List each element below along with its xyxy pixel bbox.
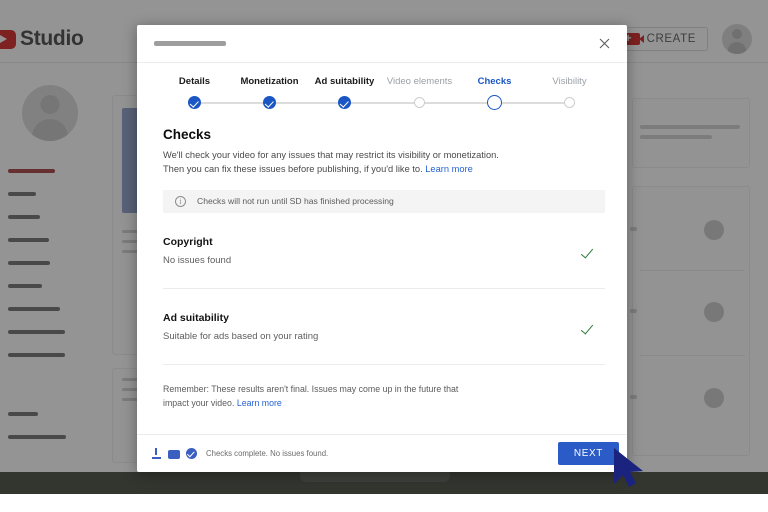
green-check-icon [583, 324, 597, 334]
step-dot-monetization[interactable] [263, 96, 276, 109]
step-dot-video-elements[interactable] [414, 97, 425, 108]
dialog-header [137, 25, 627, 63]
dialog-footer: Checks complete. No issues found. NEXT [137, 434, 627, 472]
step-dot-ad-suitability[interactable] [338, 96, 351, 109]
step-label-checks[interactable]: Checks [478, 76, 512, 87]
close-icon [597, 36, 612, 51]
info-icon: i [175, 196, 186, 207]
mouse-cursor [612, 447, 650, 489]
step-label-video-elements[interactable]: Video elements [387, 76, 452, 87]
check-texts: Ad suitability Suitable for ads based on… [163, 312, 583, 342]
upload-dialog: Details Monetization Ad suitability Vide… [137, 25, 627, 472]
step-label-details[interactable]: Details [179, 76, 210, 87]
description-learn-more-link[interactable]: Learn more [425, 164, 473, 174]
check-status: No issues found [163, 255, 583, 266]
check-row-copyright: Copyright No issues found [163, 213, 605, 266]
remember-learn-more-link[interactable]: Learn more [237, 398, 282, 408]
video-title-placeholder [154, 41, 226, 46]
check-name: Ad suitability [163, 312, 583, 324]
stepper-dots [157, 93, 607, 110]
remember-note: Remember: These results aren't final. Is… [163, 382, 463, 410]
check-name: Copyright [163, 236, 583, 248]
section-description: We'll check your video for any issues th… [163, 148, 513, 177]
step-dot-visibility[interactable] [564, 97, 575, 108]
dialog-body: Checks We'll check your video for any is… [137, 113, 627, 434]
next-button[interactable]: NEXT [558, 442, 619, 465]
screen: Studio CREATE [0, 0, 768, 512]
upload-icon [151, 448, 162, 459]
footer-status-icons [151, 448, 197, 459]
step-dot-details[interactable] [188, 96, 201, 109]
video-processing-icon [168, 450, 180, 459]
upload-stepper: Details Monetization Ad suitability Vide… [137, 63, 627, 113]
step-label-ad-suitability[interactable]: Ad suitability [315, 76, 375, 87]
green-check-icon [583, 248, 597, 258]
check-texts: Copyright No issues found [163, 236, 583, 266]
close-button[interactable] [591, 31, 617, 57]
divider [163, 364, 605, 365]
footer-status-text: Checks complete. No issues found. [206, 449, 328, 458]
processing-notice: i Checks will not run until SD has finis… [163, 190, 605, 213]
step-dot-checks[interactable] [487, 95, 502, 110]
stepper-labels: Details Monetization Ad suitability Vide… [157, 76, 607, 87]
page-title: Checks [163, 127, 605, 142]
check-status: Suitable for ads based on your rating [163, 331, 583, 342]
processing-notice-text: Checks will not run until SD has finishe… [197, 196, 394, 206]
remember-note-text: Remember: These results aren't final. Is… [163, 384, 458, 408]
step-label-monetization[interactable]: Monetization [240, 76, 298, 87]
check-row-ad-suitability: Ad suitability Suitable for ads based on… [163, 289, 605, 342]
os-taskbar-notch [300, 472, 450, 482]
checks-complete-icon [186, 448, 197, 459]
step-label-visibility[interactable]: Visibility [552, 76, 586, 87]
stepper-track [157, 93, 607, 113]
